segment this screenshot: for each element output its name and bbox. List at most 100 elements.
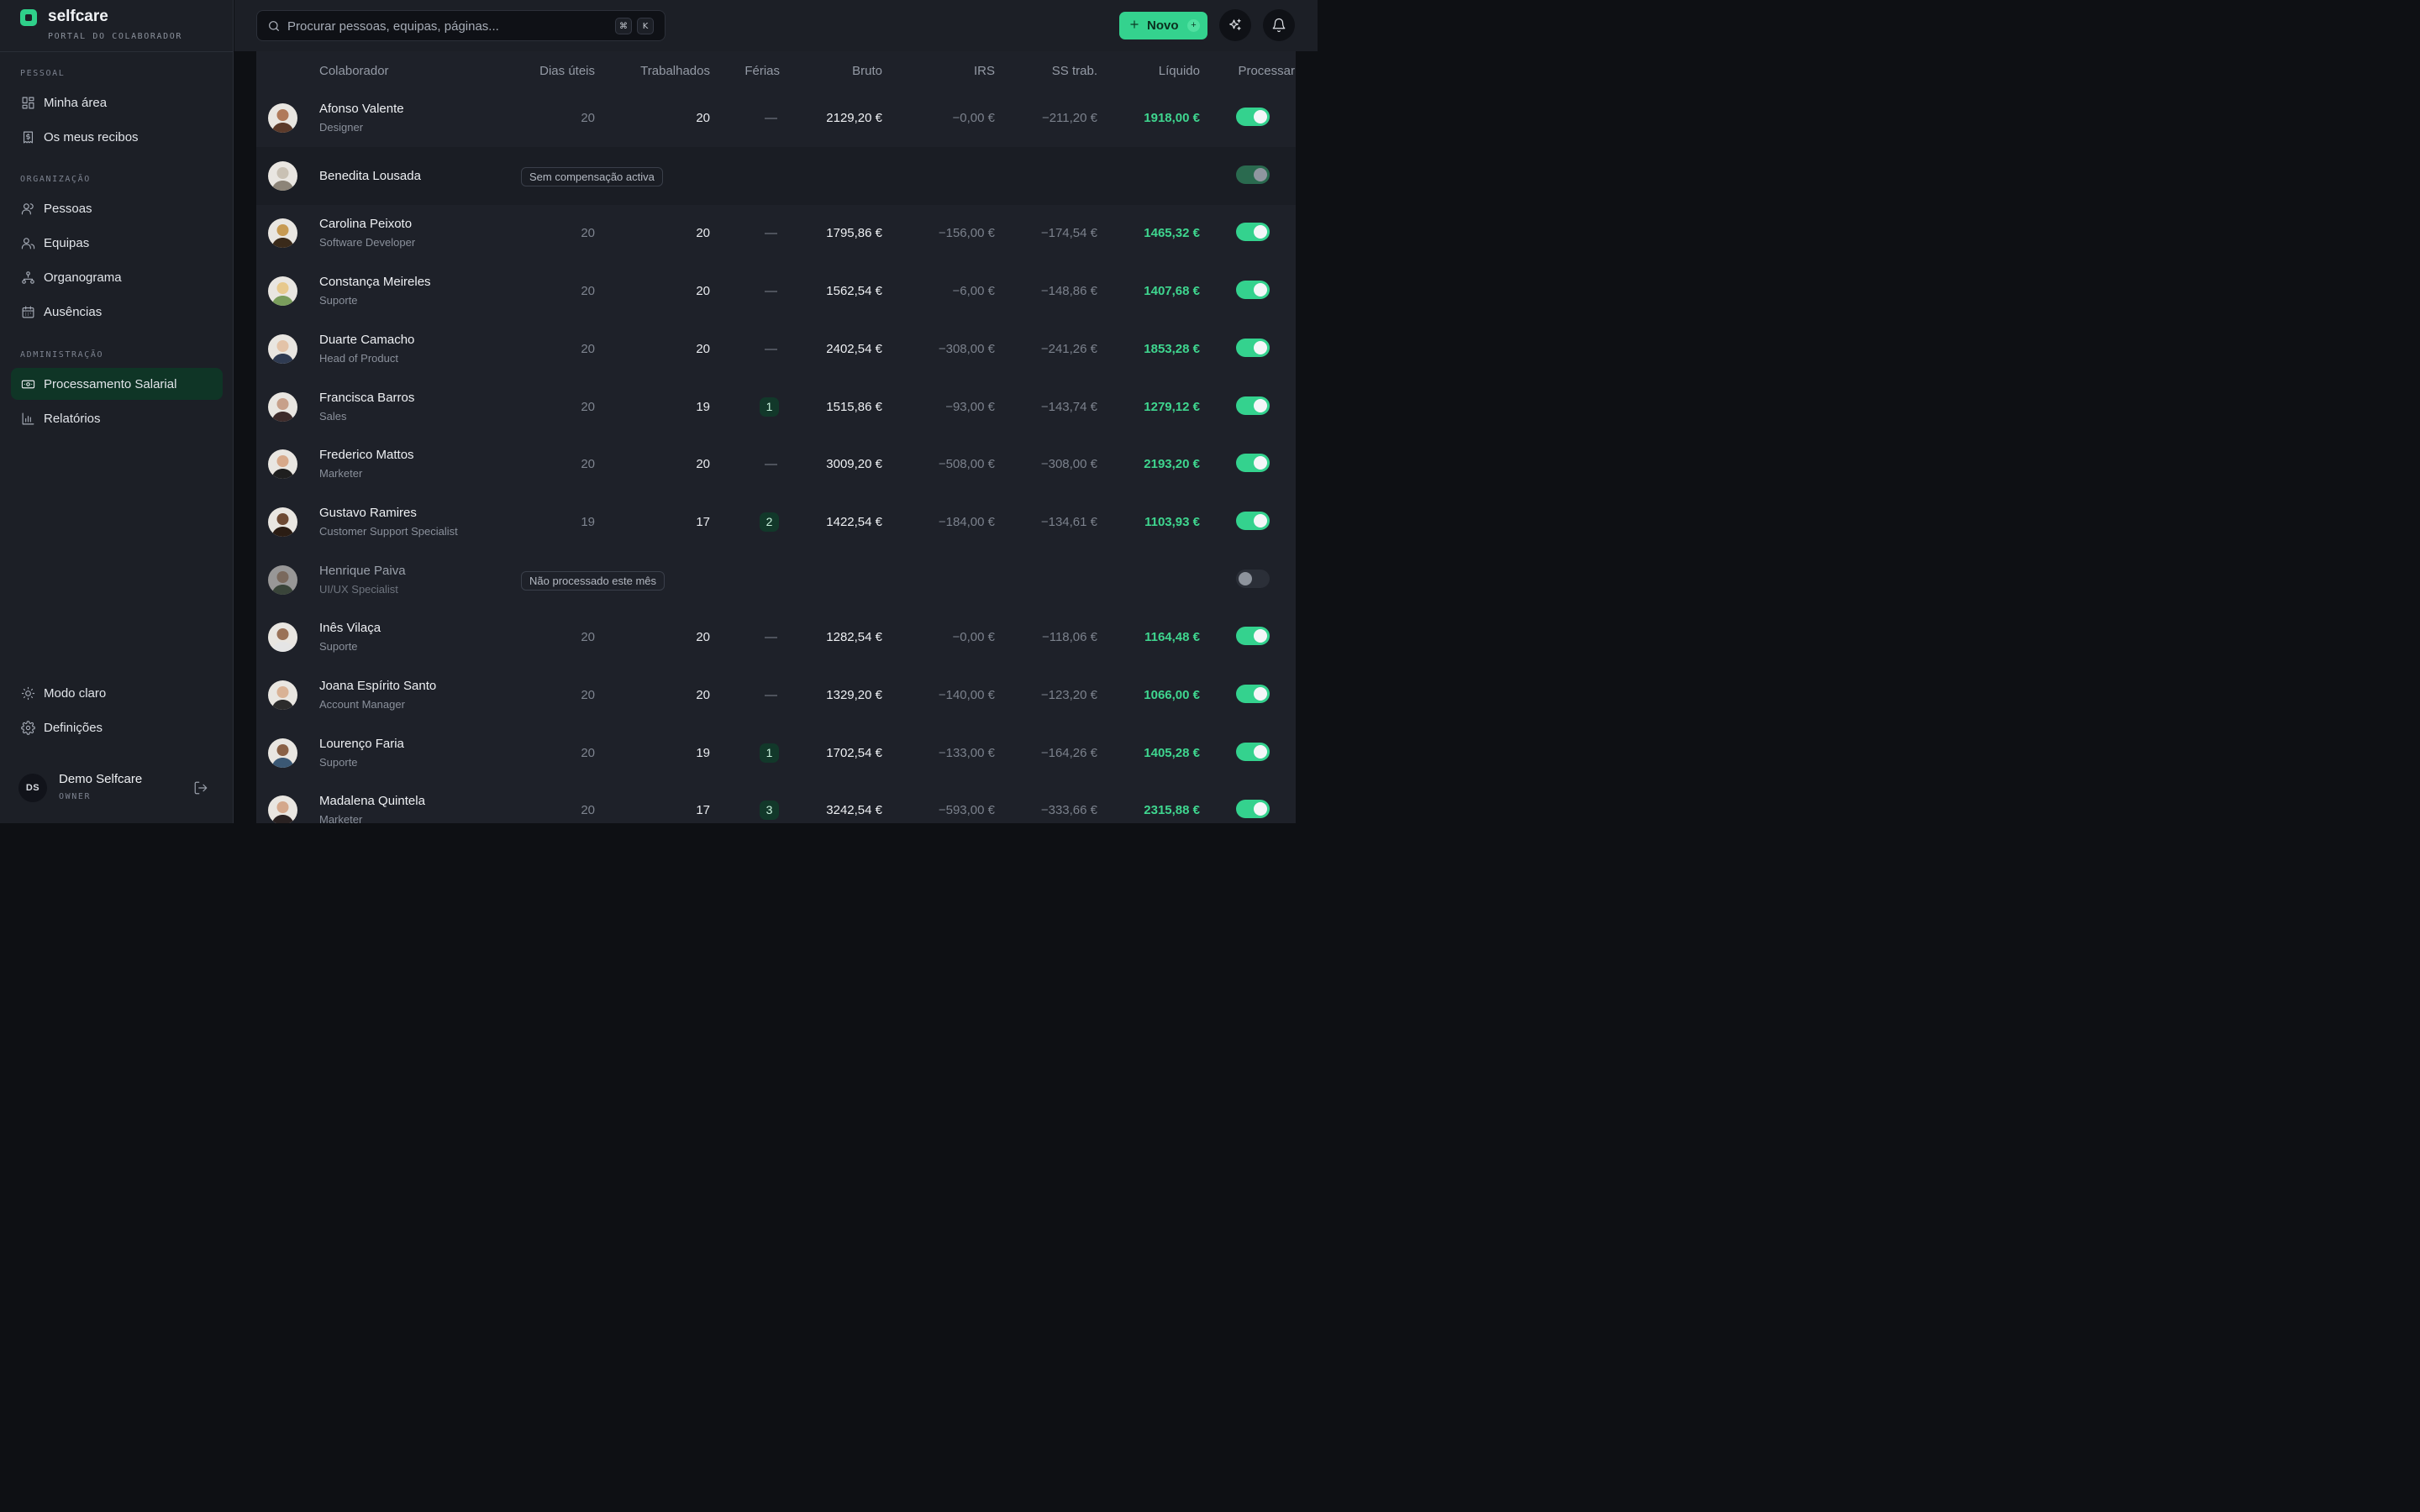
process-toggle[interactable] [1236, 396, 1270, 415]
process-toggle[interactable] [1236, 800, 1270, 819]
settings-button[interactable]: Definições [11, 711, 223, 743]
cell-liquido: 1164,48 € [1144, 630, 1200, 645]
cell-dias-uteis: 20 [581, 803, 595, 818]
table-row[interactable]: Carolina Peixoto Software Developer 20 20 — 1… [256, 204, 1296, 262]
vacation-days-badge: 3 [760, 801, 779, 821]
table-row[interactable]: Afonso Valente Designer 20 20 — 2129,20 € −0,0… [256, 89, 1296, 147]
process-toggle[interactable] [1236, 685, 1270, 703]
user-profile[interactable]: DS Demo Selfcare OWNER [18, 770, 220, 807]
table-row[interactable]: Constança Meireles Suporte 20 20 — 1562,54 € −… [256, 262, 1296, 320]
sidebar-item-label: Minha área [44, 95, 108, 110]
process-toggle[interactable] [1236, 281, 1270, 300]
table-row[interactable]: Joana Espírito Santo Account Manager 20 20 —… [256, 666, 1296, 724]
process-toggle[interactable] [1236, 108, 1270, 126]
theme-toggle-label: Modo claro [44, 685, 107, 701]
sidebar-item-recibos[interactable]: Os meus recibos [11, 121, 223, 153]
employee-role: Account Manager [319, 698, 405, 711]
top-bar: ⌘ K Novo + [234, 0, 1318, 51]
settings-label: Definições [44, 720, 103, 735]
employee-name[interactable]: Afonso Valente [319, 102, 404, 116]
logo-icon [20, 9, 37, 26]
sun-icon [20, 685, 35, 701]
table-row[interactable]: Gustavo Ramires Customer Support Speciali… [256, 493, 1296, 551]
employee-name[interactable]: Carolina Peixoto [319, 217, 412, 231]
employee-name[interactable]: Henrique Paiva [319, 564, 406, 578]
column-header-colaborador[interactable]: Colaborador [319, 64, 389, 78]
sidebar-item-minha-area[interactable]: Minha área [11, 87, 223, 118]
employee-name[interactable]: Francisca Barros [319, 391, 414, 405]
process-toggle[interactable] [1236, 223, 1270, 242]
cell-trabalhados: 20 [696, 226, 710, 241]
process-toggle[interactable] [1236, 454, 1270, 473]
sidebar-item-organograma[interactable]: Organograma [11, 261, 223, 293]
process-toggle[interactable] [1236, 511, 1270, 530]
logout-icon[interactable] [193, 780, 210, 797]
gear-icon [20, 720, 35, 735]
cell-bruto: 2129,20 € [826, 111, 882, 125]
theme-toggle-button[interactable]: Modo claro [11, 677, 223, 709]
dashboard-icon [20, 95, 35, 110]
sidebar-item-relatorios[interactable]: Relatórios [11, 402, 223, 434]
employee-name[interactable]: Benedita Lousada [319, 169, 421, 183]
cell-ss: −211,20 € [1041, 111, 1097, 125]
cell-bruto: 1422,54 € [826, 514, 882, 529]
process-toggle[interactable] [1236, 742, 1270, 761]
column-header-processar[interactable]: Processar [1238, 64, 1295, 78]
new-button[interactable]: Novo + [1119, 12, 1207, 39]
cell-ss: −143,74 € [1040, 399, 1097, 414]
org-chart-icon [20, 270, 35, 285]
process-toggle[interactable] [1236, 569, 1270, 588]
avatar [268, 507, 297, 537]
table-row[interactable]: Frederico Mattos Marketer 20 20 — 3009,20 € −5… [256, 435, 1296, 493]
cell-liquido: 1853,28 € [1144, 341, 1200, 356]
column-header-trabalhados[interactable]: Trabalhados [640, 64, 710, 78]
ai-assistant-button[interactable] [1219, 9, 1251, 41]
table-row[interactable]: Lourenço Faria Suporte 20 19 1 1702,54 € −133,… [256, 724, 1296, 782]
column-header-irs[interactable]: IRS [974, 64, 995, 78]
employee-name[interactable]: Duarte Camacho [319, 333, 414, 347]
employee-name[interactable]: Joana Espírito Santo [319, 679, 436, 693]
employee-name[interactable]: Constança Meireles [319, 275, 431, 289]
avatar [268, 391, 297, 422]
table-row[interactable]: Francisca Barros Sales 20 19 1 1515,86 € −93,0… [256, 378, 1296, 436]
sidebar-item-processamento-salarial[interactable]: Processamento Salarial [11, 368, 223, 400]
employee-name[interactable]: Lourenço Faria [319, 737, 404, 751]
cell-ferias: — [765, 630, 777, 645]
column-header-dias-uteis[interactable]: Dias úteis [539, 64, 595, 78]
avatar [268, 218, 297, 249]
notifications-button[interactable] [1263, 9, 1295, 41]
employee-role: Head of Product [319, 351, 398, 365]
avatar [268, 622, 297, 653]
employee-name[interactable]: Gustavo Ramires [319, 506, 417, 520]
process-toggle[interactable] [1236, 338, 1270, 357]
column-header-ferias[interactable]: Férias [744, 64, 780, 78]
employee-name[interactable]: Madalena Quintela [319, 794, 425, 808]
search-input[interactable] [287, 17, 607, 35]
table-row[interactable]: Henrique Paiva UI/UX Specialist Não proces… [256, 551, 1296, 609]
sidebar-item-pessoas[interactable]: Pessoas [11, 192, 223, 224]
cell-trabalhados: 19 [696, 399, 710, 414]
employee-role: Suporte [319, 294, 358, 307]
table-row[interactable]: Benedita Lousada Sem compensação activa [256, 146, 1296, 205]
table-row[interactable]: Inês Vilaça Suporte 20 20 — 1282,54 € −0,00 € −… [256, 608, 1296, 666]
avatar: DS [18, 774, 47, 802]
employee-name[interactable]: Inês Vilaça [319, 621, 381, 635]
search-box[interactable]: ⌘ K [256, 10, 666, 41]
cell-dias-uteis: 20 [581, 630, 595, 645]
plus-icon [1128, 18, 1142, 32]
sidebar-item-label: Organograma [44, 270, 122, 285]
table-row[interactable]: Madalena Quintela Marketer 20 17 3 3242,54 € −… [256, 781, 1296, 823]
sidebar-item-ausencias[interactable]: Ausências [11, 296, 223, 328]
employee-role: Software Developer [319, 236, 416, 249]
column-header-ss[interactable]: SS trab. [1052, 64, 1097, 78]
column-header-liquido[interactable]: Líquido [1159, 64, 1200, 78]
employee-name[interactable]: Frederico Mattos [319, 448, 414, 462]
column-header-bruto[interactable]: Bruto [852, 64, 882, 78]
cell-dias-uteis: 19 [581, 514, 595, 529]
process-toggle[interactable] [1236, 627, 1270, 646]
table-row[interactable]: Duarte Camacho Head of Product 20 20 — 2402,5… [256, 320, 1296, 378]
section-label-organizacao: ORGANIZAÇÃO [20, 175, 91, 184]
process-toggle[interactable] [1236, 165, 1270, 184]
sidebar-item-equipas[interactable]: Equipas [11, 227, 223, 259]
cell-dias-uteis: 20 [581, 226, 595, 241]
